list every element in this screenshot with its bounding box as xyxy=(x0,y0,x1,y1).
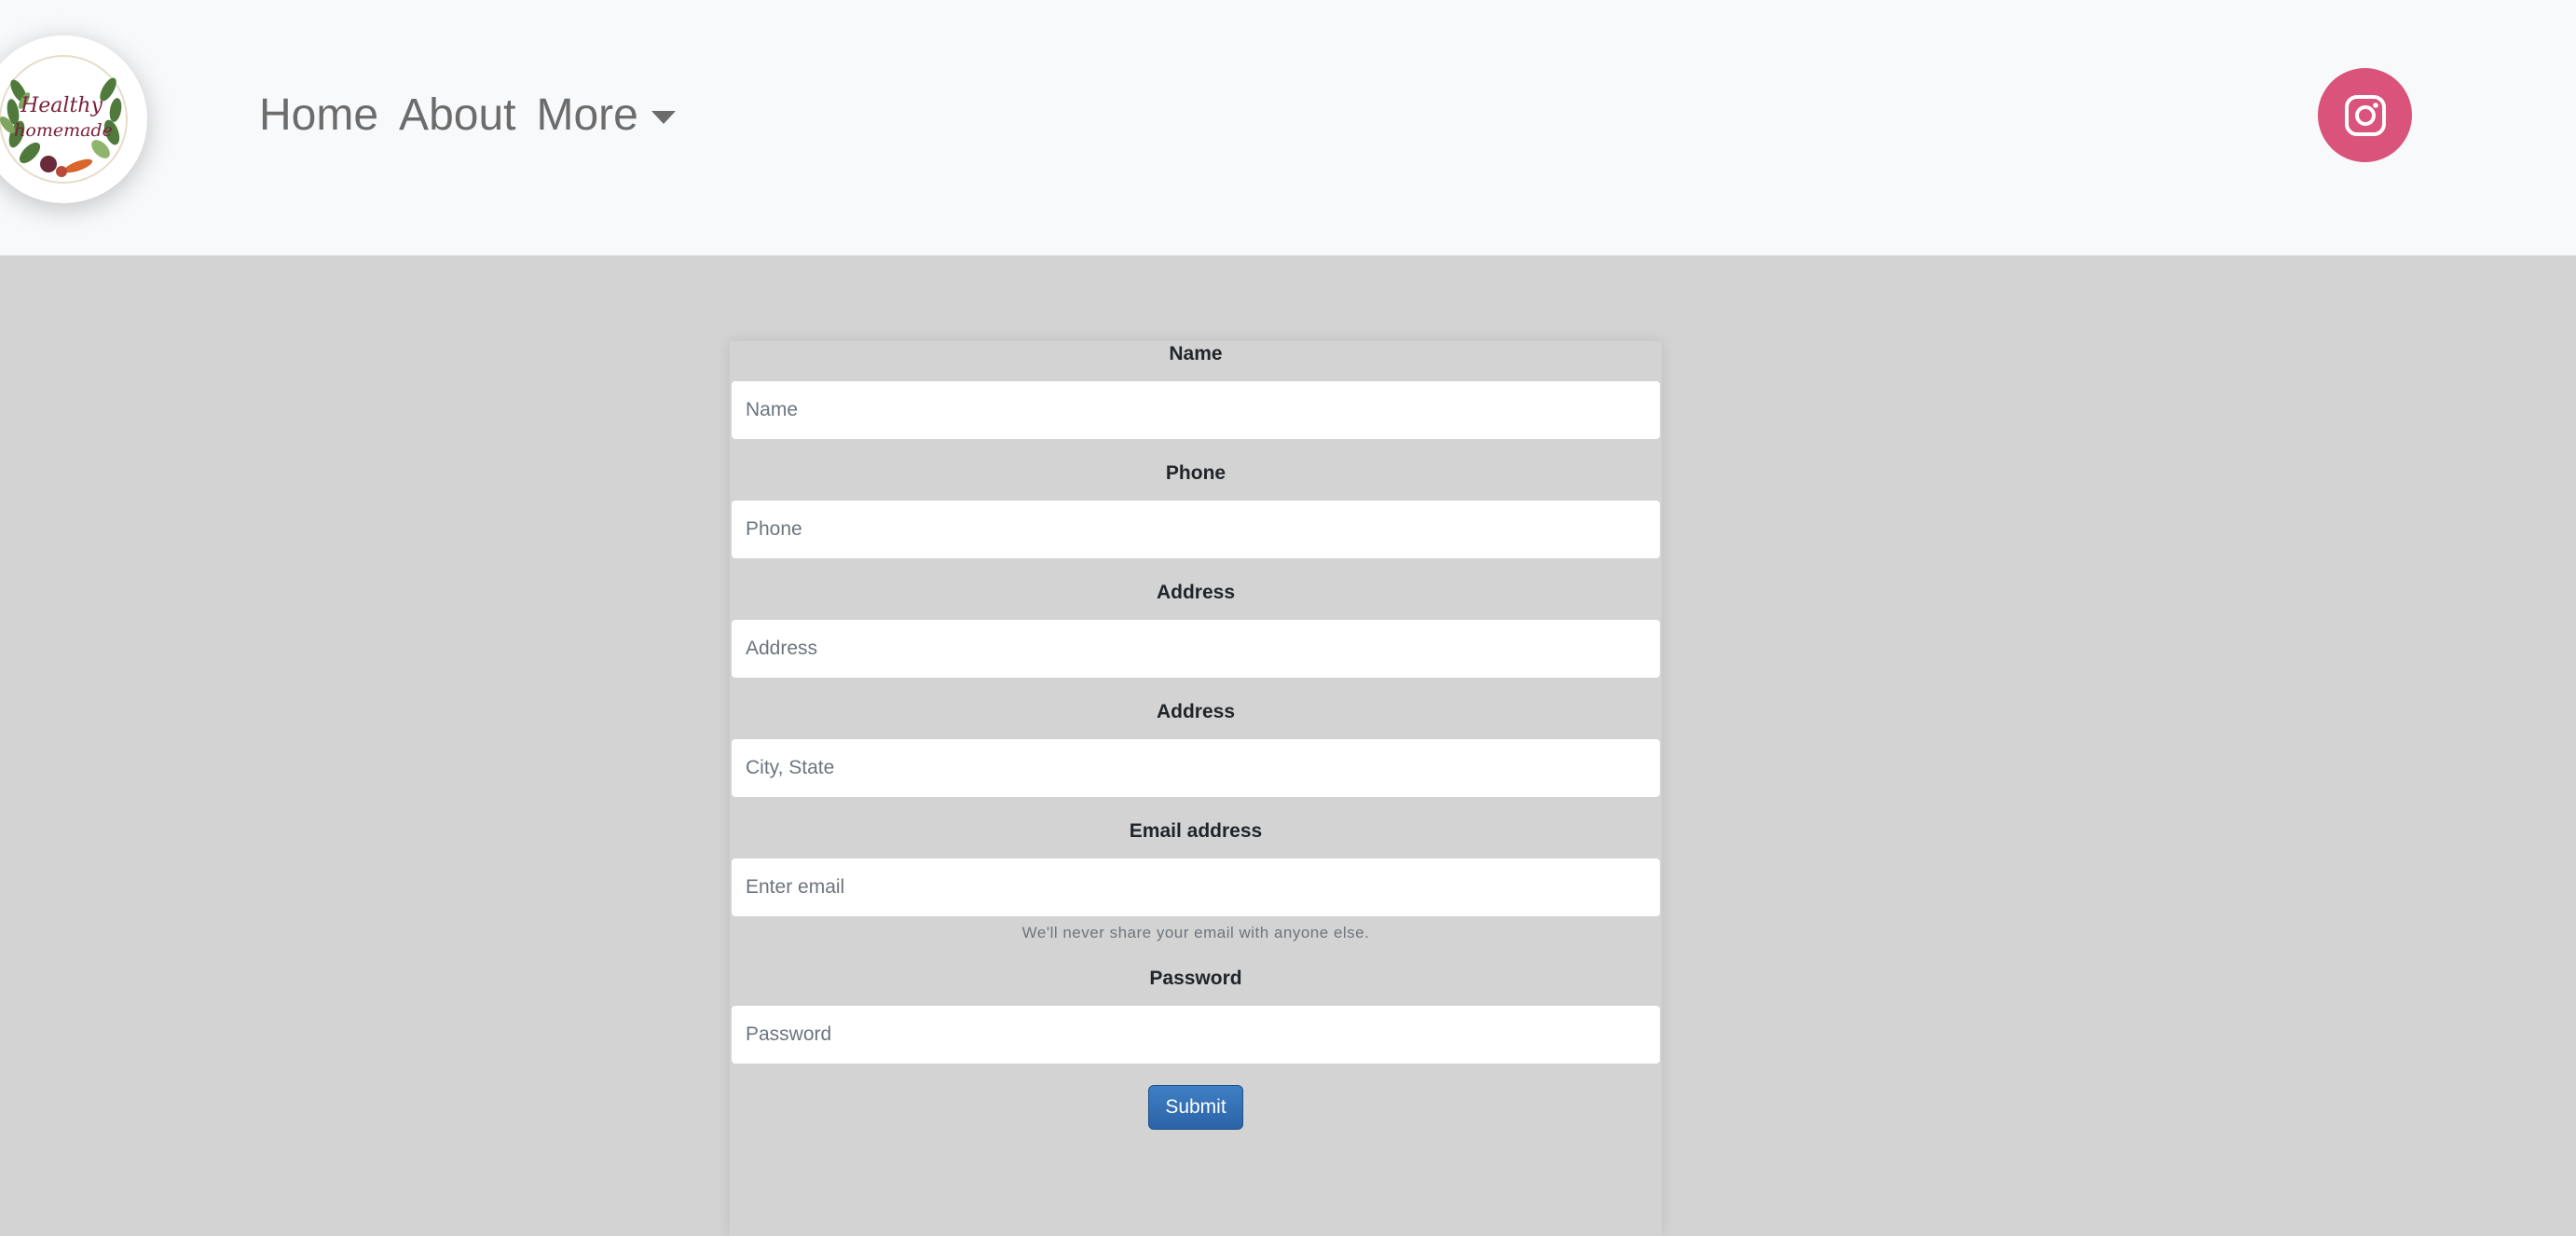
nav-link-about[interactable]: About xyxy=(399,86,515,145)
name-input[interactable] xyxy=(731,380,1661,440)
caret-down-icon xyxy=(651,111,676,124)
brand-logo[interactable]: Healthy homemade xyxy=(0,35,147,203)
address-label: Address xyxy=(1156,582,1236,603)
phone-label: Phone xyxy=(1165,462,1226,484)
password-input[interactable] xyxy=(731,1005,1661,1064)
phone-input[interactable] xyxy=(731,500,1661,559)
city-state-label: Address xyxy=(1156,701,1236,722)
name-label: Name xyxy=(1169,343,1223,364)
nav-dropdown-more[interactable]: More xyxy=(536,86,676,145)
logo-text-line2: homemade xyxy=(14,120,113,141)
email-input[interactable] xyxy=(731,858,1661,917)
email-label: Email address xyxy=(1129,820,1263,842)
nav-links: Home About More xyxy=(259,86,676,145)
instagram-icon xyxy=(2344,94,2386,136)
contact-form: Name Phone Address Address Email address… xyxy=(730,341,1662,1236)
healthy-homemade-logo-icon: Healthy homemade xyxy=(0,55,128,184)
password-label: Password xyxy=(1149,968,1242,989)
logo-text-line1: Healthy xyxy=(20,94,103,117)
city-state-input[interactable] xyxy=(731,738,1661,798)
nav-link-more-label: More xyxy=(536,90,638,140)
navbar: Healthy homemade Home About More xyxy=(0,0,2576,255)
submit-button[interactable]: Submit xyxy=(1148,1085,1243,1130)
nav-link-home[interactable]: Home xyxy=(259,86,378,145)
email-help-text: We'll never share your email with anyone… xyxy=(1021,924,1370,941)
address-input[interactable] xyxy=(731,619,1661,679)
instagram-button[interactable] xyxy=(2318,68,2412,162)
